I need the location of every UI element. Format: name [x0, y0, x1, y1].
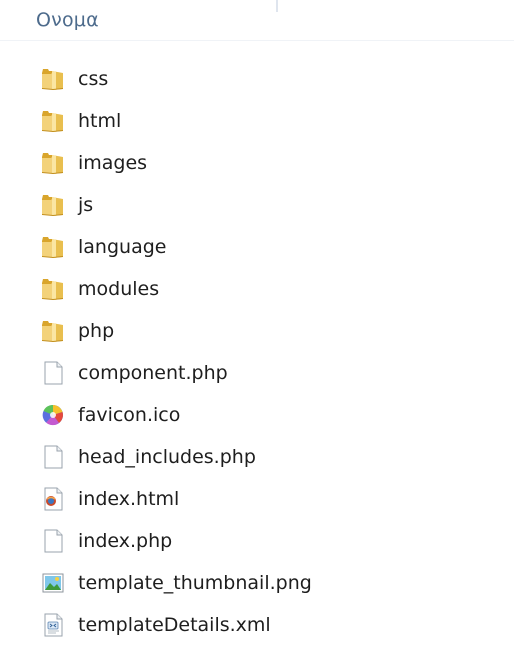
- folder-icon: [40, 108, 66, 134]
- file-name: index.php: [78, 530, 173, 552]
- file-name: component.php: [78, 362, 228, 384]
- file-name: index.html: [78, 488, 180, 510]
- file-name: modules: [78, 278, 160, 300]
- xml-file-icon: [40, 612, 66, 638]
- folder-icon: [40, 66, 66, 92]
- list-item-html[interactable]: html: [0, 100, 514, 142]
- list-item-css[interactable]: css: [0, 58, 514, 100]
- list-item-images[interactable]: images: [0, 142, 514, 184]
- document-icon: [40, 528, 66, 554]
- document-icon: [40, 444, 66, 470]
- list-item-modules[interactable]: modules: [0, 268, 514, 310]
- list-item-language[interactable]: language: [0, 226, 514, 268]
- file-name: language: [78, 236, 167, 258]
- folder-icon: [40, 150, 66, 176]
- folder-icon: [40, 276, 66, 302]
- image-file-icon: [40, 570, 66, 596]
- color-wheel-icon: [40, 402, 66, 428]
- html-file-icon: [40, 486, 66, 512]
- list-item-index-php[interactable]: index.php: [0, 520, 514, 562]
- list-item-favicon-ico[interactable]: favicon.ico: [0, 394, 514, 436]
- file-name: php: [78, 320, 115, 342]
- list-item-index-html[interactable]: index.html: [0, 478, 514, 520]
- list-item-php[interactable]: php: [0, 310, 514, 352]
- file-name: head_includes.php: [78, 446, 256, 468]
- list-item-js[interactable]: js: [0, 184, 514, 226]
- column-divider[interactable]: [276, 0, 278, 12]
- list-item-template-thumbnail-png[interactable]: template_thumbnail.png: [0, 562, 514, 604]
- folder-icon: [40, 318, 66, 344]
- column-header-row: Ονομα: [0, 0, 514, 41]
- list-item-component-php[interactable]: component.php: [0, 352, 514, 394]
- name-column-header[interactable]: Ονομα: [36, 9, 99, 31]
- file-name: favicon.ico: [78, 404, 181, 426]
- file-name: templateDetails.xml: [78, 614, 271, 636]
- list-item-head-includes-php[interactable]: head_includes.php: [0, 436, 514, 478]
- file-name: js: [78, 194, 94, 216]
- file-list: css html images js language modules php: [0, 58, 514, 646]
- file-name: css: [78, 68, 109, 90]
- folder-icon: [40, 192, 66, 218]
- file-explorer: Ονομα css html images js language module…: [0, 0, 514, 657]
- list-item-templatedetails-xml[interactable]: templateDetails.xml: [0, 604, 514, 646]
- file-name: images: [78, 152, 148, 174]
- folder-icon: [40, 234, 66, 260]
- document-icon: [40, 360, 66, 386]
- file-name: template_thumbnail.png: [78, 572, 312, 594]
- file-name: html: [78, 110, 122, 132]
